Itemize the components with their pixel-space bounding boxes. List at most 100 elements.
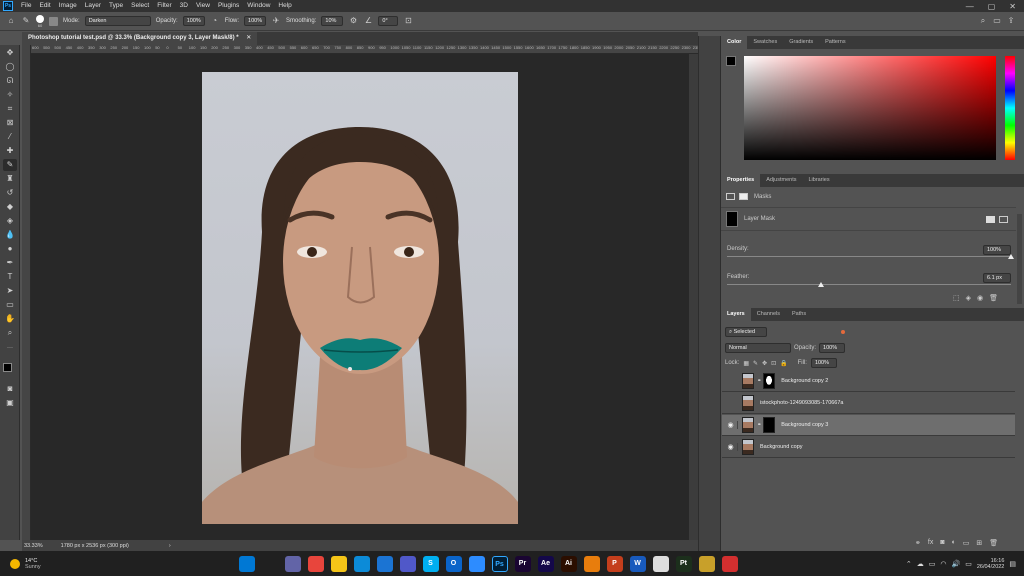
smoothing-input[interactable]: 10% xyxy=(321,16,344,26)
tab-channels[interactable]: Channels xyxy=(751,308,786,321)
tab-swatches[interactable]: Swatches xyxy=(747,36,783,49)
menu-help[interactable]: Help xyxy=(274,0,295,12)
vertical-scrollbar[interactable] xyxy=(689,54,698,540)
menu-file[interactable]: File xyxy=(17,0,35,12)
close-icon[interactable]: ✕ xyxy=(1009,2,1016,11)
screen-mode-icon[interactable]: ▣ xyxy=(3,397,17,409)
hue-slider[interactable] xyxy=(1005,56,1015,160)
gear-icon[interactable]: ⚙ xyxy=(348,16,358,26)
menu-select[interactable]: Select xyxy=(127,0,153,12)
brush-preset-picker[interactable]: 60 xyxy=(36,14,44,28)
load-selection-icon[interactable]: ⬚ xyxy=(953,294,960,302)
tab-layers[interactable]: Layers xyxy=(721,308,751,321)
brush-tool-icon[interactable]: ✎ xyxy=(21,16,31,26)
skype-icon[interactable]: S xyxy=(422,555,439,572)
pressure-opacity-icon[interactable]: ◔ xyxy=(210,16,220,26)
eraser-tool-icon[interactable]: ◆ xyxy=(3,201,17,213)
pressure-size-icon[interactable]: ⊡ xyxy=(403,16,413,26)
menu-plugins[interactable]: Plugins xyxy=(214,0,243,12)
layer-row[interactable]: ◉ Background copy xyxy=(722,437,1015,458)
flow-input[interactable]: 100% xyxy=(244,16,267,26)
document-image[interactable] xyxy=(202,72,518,524)
menu-filter[interactable]: Filter xyxy=(153,0,175,12)
menu-window[interactable]: Window xyxy=(243,0,274,12)
share-icon[interactable]: ⇪ xyxy=(1006,16,1016,26)
tab-gradients[interactable]: Gradients xyxy=(783,36,819,49)
layer-row[interactable]: ◉ ⚭ Background copy 3 xyxy=(722,415,1015,436)
mask-link-icon[interactable]: ⚭ xyxy=(757,422,761,428)
pt-icon[interactable]: Pt xyxy=(675,555,692,572)
after-effects-icon[interactable]: Ae xyxy=(537,555,554,572)
new-group-icon[interactable]: ▭ xyxy=(963,539,970,547)
lock-all-icon[interactable]: 🔒 xyxy=(780,360,787,367)
crop-tool-icon[interactable]: ⌗ xyxy=(3,103,17,115)
volume-icon[interactable]: 🔊 xyxy=(952,560,961,568)
pen-tool-icon[interactable]: ✒ xyxy=(3,257,17,269)
zoom-tool-icon[interactable]: ⌕ xyxy=(3,327,17,339)
capture-one-icon[interactable] xyxy=(698,555,715,572)
chevron-right-icon[interactable]: › xyxy=(169,543,171,549)
stamp-tool-icon[interactable]: ♜ xyxy=(3,173,17,185)
lasso-tool-icon[interactable]: ᘏ xyxy=(3,75,17,87)
foreground-color-swatch[interactable] xyxy=(726,56,736,66)
layer-visibility-icon[interactable]: ◉ xyxy=(724,443,738,451)
visibility-icon[interactable]: ◉ xyxy=(977,294,983,302)
cloud-icon[interactable]: ☁ xyxy=(917,560,924,568)
layer-mask-thumbnail[interactable] xyxy=(763,417,776,433)
weather-widget[interactable]: 14°C Sunny xyxy=(25,558,41,570)
layer-visibility-icon[interactable]: ◉ xyxy=(724,421,738,429)
word-icon[interactable]: W xyxy=(629,555,646,572)
maximize-icon[interactable]: ▢ xyxy=(988,2,996,11)
display-icon[interactable]: ▭ xyxy=(929,560,936,568)
adjustment-layer-icon[interactable]: ◐ xyxy=(952,539,956,547)
home-icon[interactable]: ⌂ xyxy=(6,16,16,26)
add-mask-icon[interactable]: ◙ xyxy=(940,539,944,547)
lock-artboard-icon[interactable]: ⊡ xyxy=(771,360,776,367)
tab-patterns[interactable]: Patterns xyxy=(819,36,851,49)
tab-paths[interactable]: Paths xyxy=(786,308,812,321)
powerpoint-icon[interactable]: P xyxy=(606,555,623,572)
more-tools-icon[interactable]: ··· xyxy=(3,342,17,354)
clock[interactable]: 16:16 26/04/2022 xyxy=(977,558,1005,570)
menu-layer[interactable]: Layer xyxy=(81,0,105,12)
notifications-icon[interactable]: ▤ xyxy=(1009,560,1016,568)
shape-tool-icon[interactable]: ▭ xyxy=(3,299,17,311)
airbrush-icon[interactable]: ✈ xyxy=(271,16,281,26)
mail-icon[interactable] xyxy=(376,555,393,572)
chrome-icon[interactable] xyxy=(307,555,324,572)
menu-type[interactable]: Type xyxy=(105,0,127,12)
vector-mask-icon[interactable] xyxy=(739,193,748,200)
delete-icon[interactable]: 🗑 xyxy=(989,294,998,302)
pixel-mask-icon[interactable] xyxy=(726,193,735,200)
battery-icon[interactable]: ▭ xyxy=(965,560,972,568)
workspace-icon[interactable]: ▭ xyxy=(992,16,1002,26)
layer-row[interactable]: ⚭ Background copy 2 xyxy=(722,371,1015,392)
menu-image[interactable]: Image xyxy=(55,0,81,12)
delete-layer-icon[interactable]: 🗑 xyxy=(989,539,998,547)
select-pixel-mask-icon[interactable] xyxy=(986,215,995,223)
opacity-input[interactable]: 100% xyxy=(182,16,205,26)
healing-brush-tool-icon[interactable]: ✚ xyxy=(3,145,17,157)
feather-slider-thumb[interactable] xyxy=(817,282,824,287)
teams-icon[interactable] xyxy=(399,555,416,572)
menu-3d[interactable]: 3D xyxy=(176,0,192,12)
zoom-icon[interactable] xyxy=(468,555,485,572)
tab-adjustments[interactable]: Adjustments xyxy=(760,174,802,187)
type-tool-icon[interactable]: T xyxy=(3,271,17,283)
move-tool-icon[interactable]: ✥ xyxy=(3,47,17,59)
density-input[interactable]: 100% xyxy=(983,245,1011,255)
file-explorer-icon[interactable] xyxy=(330,555,347,572)
illustrator-icon[interactable]: Ai xyxy=(560,555,577,572)
add-vector-mask-icon[interactable] xyxy=(999,215,1008,223)
quick-mask-icon[interactable]: ◙ xyxy=(3,383,17,395)
photoshop-icon[interactable]: Ps xyxy=(491,555,508,572)
link-layers-icon[interactable]: ⚭ xyxy=(915,539,921,547)
menu-view[interactable]: View xyxy=(192,0,214,12)
tab-libraries[interactable]: Libraries xyxy=(802,174,835,187)
feather-input[interactable]: 6.1 px xyxy=(983,273,1011,283)
brush-tool-icon[interactable]: ✎ xyxy=(3,159,17,171)
fill-input[interactable]: 100% xyxy=(810,358,837,368)
document-tab[interactable]: Photoshop tutorial test.psd @ 33.3% (Bac… xyxy=(22,32,258,45)
density-slider-thumb[interactable] xyxy=(1008,254,1014,259)
mode-select[interactable]: Darken xyxy=(84,16,151,26)
